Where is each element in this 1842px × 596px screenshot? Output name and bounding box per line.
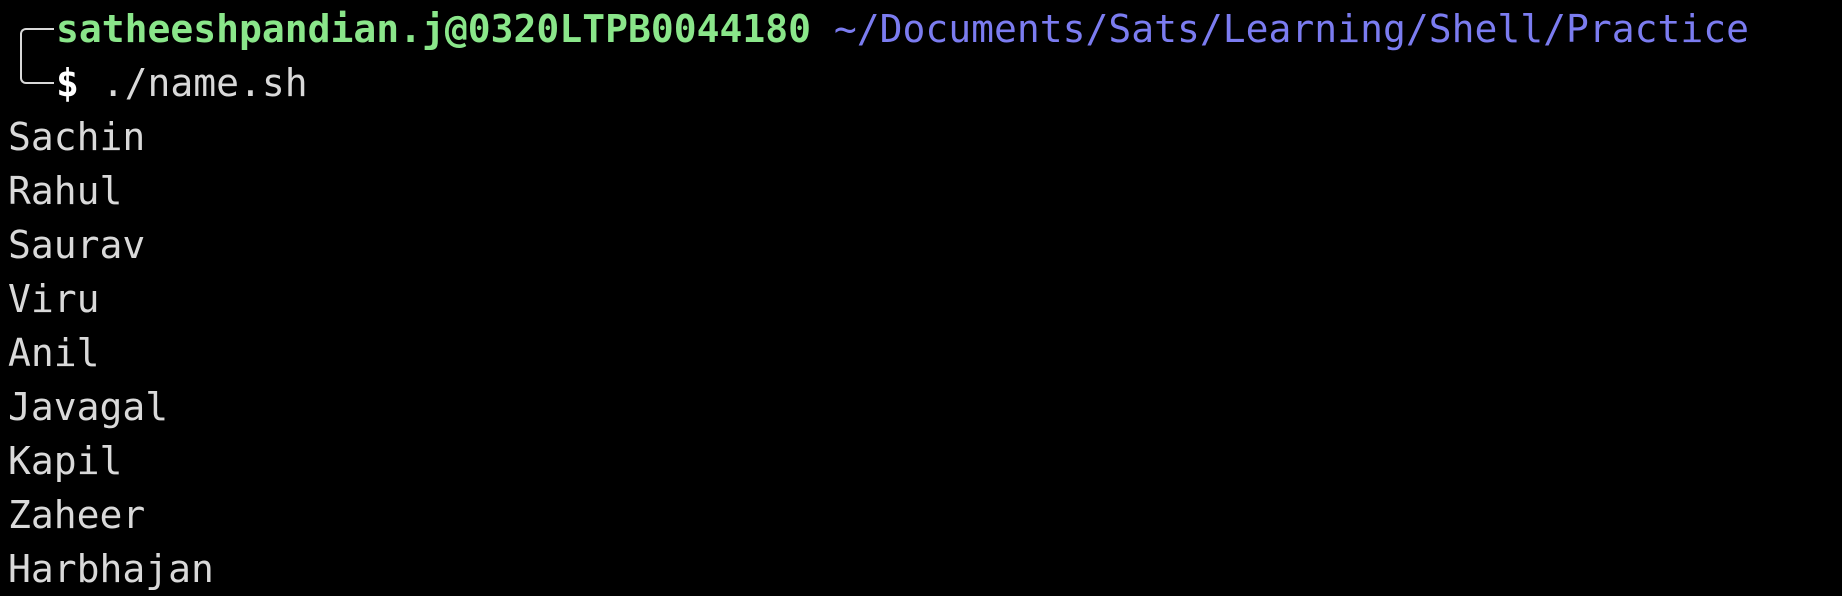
command-output: Sachin Rahul Saurav Viru Anil Javagal Ka…: [8, 110, 214, 596]
prompt-path: ~/Documents/Sats/Learning/Shell/Practice: [833, 7, 1749, 51]
output-line: Javagal: [8, 385, 169, 429]
command-line[interactable]: $ ./name.sh: [56, 56, 308, 110]
output-line: Anil: [8, 331, 100, 375]
command-text: ./name.sh: [101, 61, 308, 105]
output-line: Kapil: [8, 439, 123, 483]
output-line: Saurav: [8, 223, 146, 267]
prompt-bracket-top: [20, 28, 54, 56]
prompt-user-host: satheeshpandian.j@0320LTPB0044180: [56, 7, 811, 51]
prompt-header: satheeshpandian.j@0320LTPB0044180 ~/Docu…: [56, 2, 1749, 56]
output-line: Zaheer: [8, 493, 146, 537]
output-line: Viru: [8, 277, 100, 321]
prompt-symbol: $: [56, 61, 79, 105]
output-line: Sachin: [8, 115, 146, 159]
terminal-window[interactable]: satheeshpandian.j@0320LTPB0044180 ~/Docu…: [0, 0, 1842, 596]
output-line: Harbhajan: [8, 547, 214, 591]
output-line: Rahul: [8, 169, 123, 213]
prompt-bracket-bottom: [20, 56, 54, 84]
